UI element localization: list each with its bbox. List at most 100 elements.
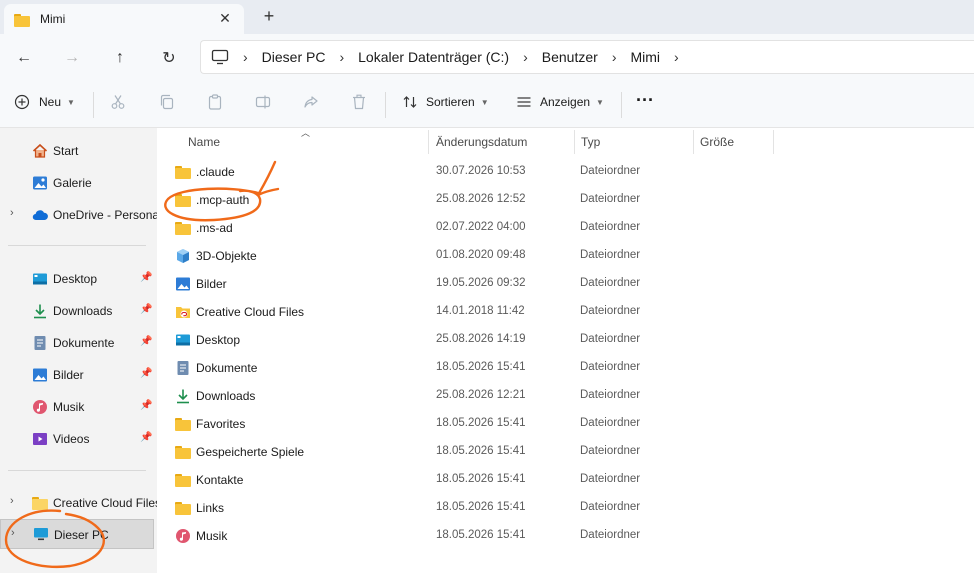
table-row[interactable]: Gespeicherte Spiele 18.05.2026 15:41 Datei… [157,438,974,466]
video-icon [33,433,47,445]
refresh-button[interactable]: ↻ [157,46,181,70]
paste-button[interactable] [207,94,223,110]
sidebar-item-onedrive[interactable]: › OneDrive - Persona [0,202,157,228]
table-row[interactable]: Links 18.05.2026 15:41 Dateiordner [157,494,974,522]
file-date: 25.08.2026 14:19 [436,333,526,345]
table-row[interactable]: .claude 30.07.2026 10:53 Dateiordner [157,158,974,186]
breadcrumb-item[interactable]: Dieser PC [262,49,326,65]
table-row[interactable]: Creative Cloud Files 14.01.2018 11:42 Date… [157,298,974,326]
folder-icon [175,164,191,180]
pin-icon[interactable]: 📌 [140,272,152,283]
sidebar-item-gallery[interactable]: Galerie [0,170,157,196]
breadcrumb-item[interactable]: Benutzer [542,49,598,65]
table-row[interactable]: .ms-ad 02.07.2022 04:00 Dateiordner [157,214,974,242]
table-row[interactable]: .mcp-auth 25.08.2026 12:52 Dateiordner [157,186,974,214]
file-date: 02.07.2022 04:00 [436,221,526,233]
sidebar-item-music[interactable]: Musik 📌 [0,394,157,420]
sidebar-item-downloads[interactable]: Downloads 📌 [0,298,157,324]
file-name: Links [196,501,225,515]
file-name: Downloads [196,389,256,403]
file-date: 25.08.2026 12:21 [436,389,526,401]
file-type: Dateiordner [580,165,641,177]
file-name: Dokumente [196,361,258,375]
document-icon [34,336,46,350]
chevron-down-icon: ▼ [596,97,604,107]
column-header-date[interactable]: Änderungsdatum [436,128,574,156]
copy-icon [160,94,174,110]
file-date: 18.05.2026 15:41 [436,361,526,373]
close-tab-icon[interactable]: ✕ [216,10,234,27]
table-row[interactable]: Favorites 18.05.2026 15:41 Dateiordner [157,410,974,438]
pictures-icon [175,276,191,292]
folder-icon [32,495,48,511]
chevron-right-icon[interactable]: › [10,207,14,219]
column-separator[interactable] [773,130,774,154]
rename-button[interactable] [255,94,271,110]
breadcrumb-item[interactable]: Lokaler Datenträger (C:) [358,49,509,65]
sort-button[interactable]: Sortieren ▼ [402,94,489,110]
column-header-size[interactable]: Größe [700,128,770,156]
column-header-name[interactable]: Name [188,128,428,156]
sidebar-item-desktop[interactable]: Desktop 📌 [0,266,157,292]
file-type: Dateiordner [580,361,641,373]
chevron-right-icon[interactable]: › [523,49,528,65]
forward-button[interactable]: → [60,46,84,70]
sidebar-item-documents[interactable]: Dokumente 📌 [0,330,157,356]
file-date: 19.05.2026 09:32 [436,277,526,289]
file-type: Dateiordner [580,473,641,485]
table-row[interactable]: Dokumente 18.05.2026 15:41 Dateiordner [157,354,974,382]
view-button[interactable]: Anzeigen ▼ [516,94,604,110]
chevron-right-icon[interactable]: › [11,527,15,539]
pin-icon[interactable]: 📌 [140,432,152,443]
sidebar-item-label: Desktop [53,272,98,286]
desktop-icon [33,273,47,285]
table-row[interactable]: Bilder 19.05.2026 09:32 Dateiordner [157,270,974,298]
divider [8,245,146,246]
sidebar-item-label: Bilder [53,368,84,382]
column-separator[interactable] [428,130,429,154]
pictures-icon [33,368,47,382]
more-options-button[interactable]: ··· [636,90,654,111]
cut-button[interactable] [110,94,126,110]
table-row[interactable]: Desktop 25.08.2026 14:19 Dateiordner [157,326,974,354]
chevron-right-icon[interactable]: › [10,495,14,507]
chevron-right-icon[interactable]: › [674,49,679,65]
sidebar-item-start[interactable]: Start [0,138,157,164]
plus-circle-icon [14,94,30,110]
address-bar[interactable]: › Dieser PC › Lokaler Datenträger (C:) ›… [200,40,974,74]
delete-button[interactable] [351,94,367,110]
file-type: Dateiordner [580,417,641,429]
pin-icon[interactable]: 📌 [140,336,152,347]
table-row[interactable]: 3D-Objekte 01.08.2020 09:48 Dateiordner [157,242,974,270]
new-label: Neu [39,95,62,109]
chevron-right-icon[interactable]: › [339,49,344,65]
navigation-bar: ← → ↑ ↻ › Dieser PC › Lokaler Datenträge… [0,34,974,80]
file-list: ︿ Name Änderungsdatum Typ Größe .claude 3… [157,128,974,573]
table-row[interactable]: Musik 18.05.2026 15:41 Dateiordner [157,522,974,550]
file-name: Desktop [196,333,241,347]
column-separator[interactable] [574,130,575,154]
copy-button[interactable] [159,94,175,110]
new-tab-button[interactable]: + [258,6,280,26]
up-button[interactable]: ↑ [108,46,132,70]
sidebar-item-videos[interactable]: Videos 📌 [0,426,157,452]
sidebar-item-pictures[interactable]: Bilder 📌 [0,362,157,388]
pin-icon[interactable]: 📌 [140,304,152,315]
file-date: 18.05.2026 15:41 [436,529,526,541]
column-header-type[interactable]: Typ [581,128,691,156]
sidebar-item-this-pc[interactable]: › Dieser PC [0,519,154,549]
column-separator[interactable] [693,130,694,154]
chevron-right-icon[interactable]: › [612,49,617,65]
tab-mimi[interactable]: Mimi ✕ [4,4,244,34]
divider [93,92,94,118]
share-button[interactable] [303,94,319,110]
new-button[interactable]: Neu ▼ [14,94,75,110]
table-row[interactable]: Kontakte 18.05.2026 15:41 Dateiordner [157,466,974,494]
pin-icon[interactable]: 📌 [140,368,152,379]
pin-icon[interactable]: 📌 [140,400,152,411]
sidebar-item-creative-cloud-files[interactable]: › Creative Cloud Files [0,490,157,516]
folder-icon [175,416,191,432]
breadcrumb-item[interactable]: Mimi [630,49,660,65]
back-button[interactable]: ← [12,46,36,70]
table-row[interactable]: Downloads 25.08.2026 12:21 Dateiordner [157,382,974,410]
